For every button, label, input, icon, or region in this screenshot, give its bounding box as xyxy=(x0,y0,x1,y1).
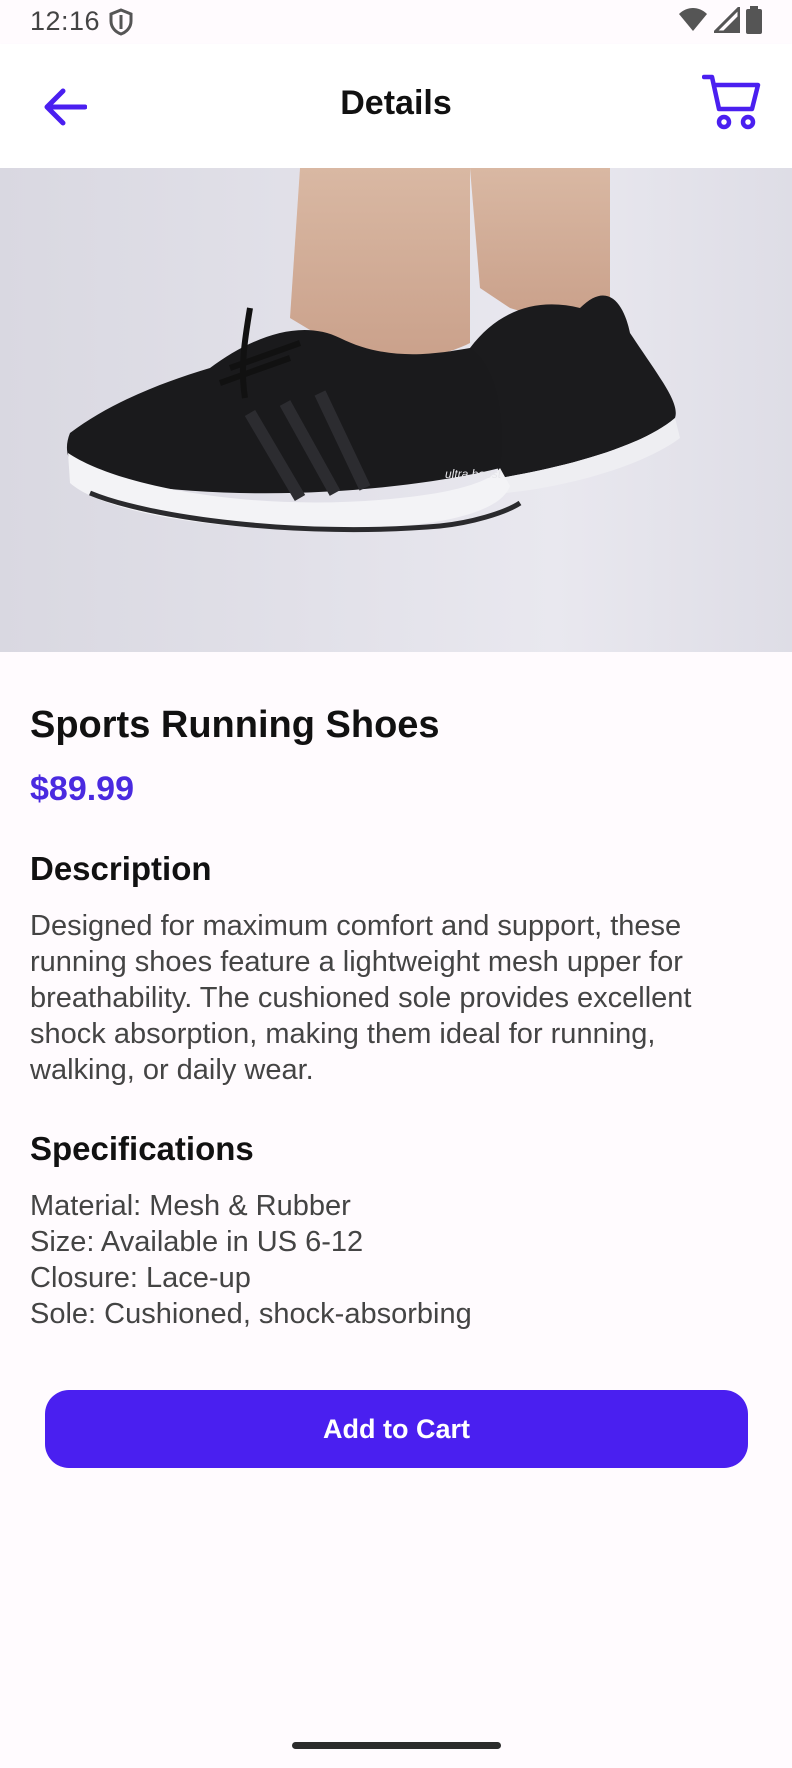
status-bar: 12:16 xyxy=(0,0,792,44)
product-price: $89.99 xyxy=(30,770,134,808)
spec-item: Material: Mesh & Rubber xyxy=(30,1190,351,1222)
status-icons xyxy=(678,3,762,39)
status-time: 12:16 xyxy=(30,6,101,36)
specifications-list: Material: Mesh & Rubber Size: Available … xyxy=(30,1188,472,1332)
product-name: Sports Running Shoes xyxy=(30,704,440,746)
cell-signal-icon xyxy=(711,3,741,38)
description-text: Designed for maximum comfort and support… xyxy=(30,910,692,1086)
shoe-brand-text: ultra boost xyxy=(445,467,502,481)
spec-item: Size: Available in US 6-12 xyxy=(30,1226,364,1258)
wifi-icon xyxy=(678,7,708,38)
cart-button[interactable] xyxy=(700,72,764,136)
details-screen: 12:16 Details ultra boost Sports Running… xyxy=(0,0,792,1768)
shield-icon xyxy=(108,8,134,36)
spec-item: Sole: Cushioned, shock-absorbing xyxy=(30,1298,472,1330)
home-indicator[interactable] xyxy=(292,1742,501,1749)
spec-item: Closure: Lace-up xyxy=(30,1262,251,1294)
specifications-heading: Specifications xyxy=(30,1130,254,1167)
cart-icon xyxy=(701,73,762,136)
product-image: ultra boost xyxy=(0,168,792,652)
page-title: Details xyxy=(340,84,452,122)
app-bar: Details xyxy=(0,44,792,168)
add-to-cart-button[interactable]: Add to Cart xyxy=(45,1390,748,1468)
description-heading: Description xyxy=(30,850,212,887)
battery-icon xyxy=(746,5,762,39)
